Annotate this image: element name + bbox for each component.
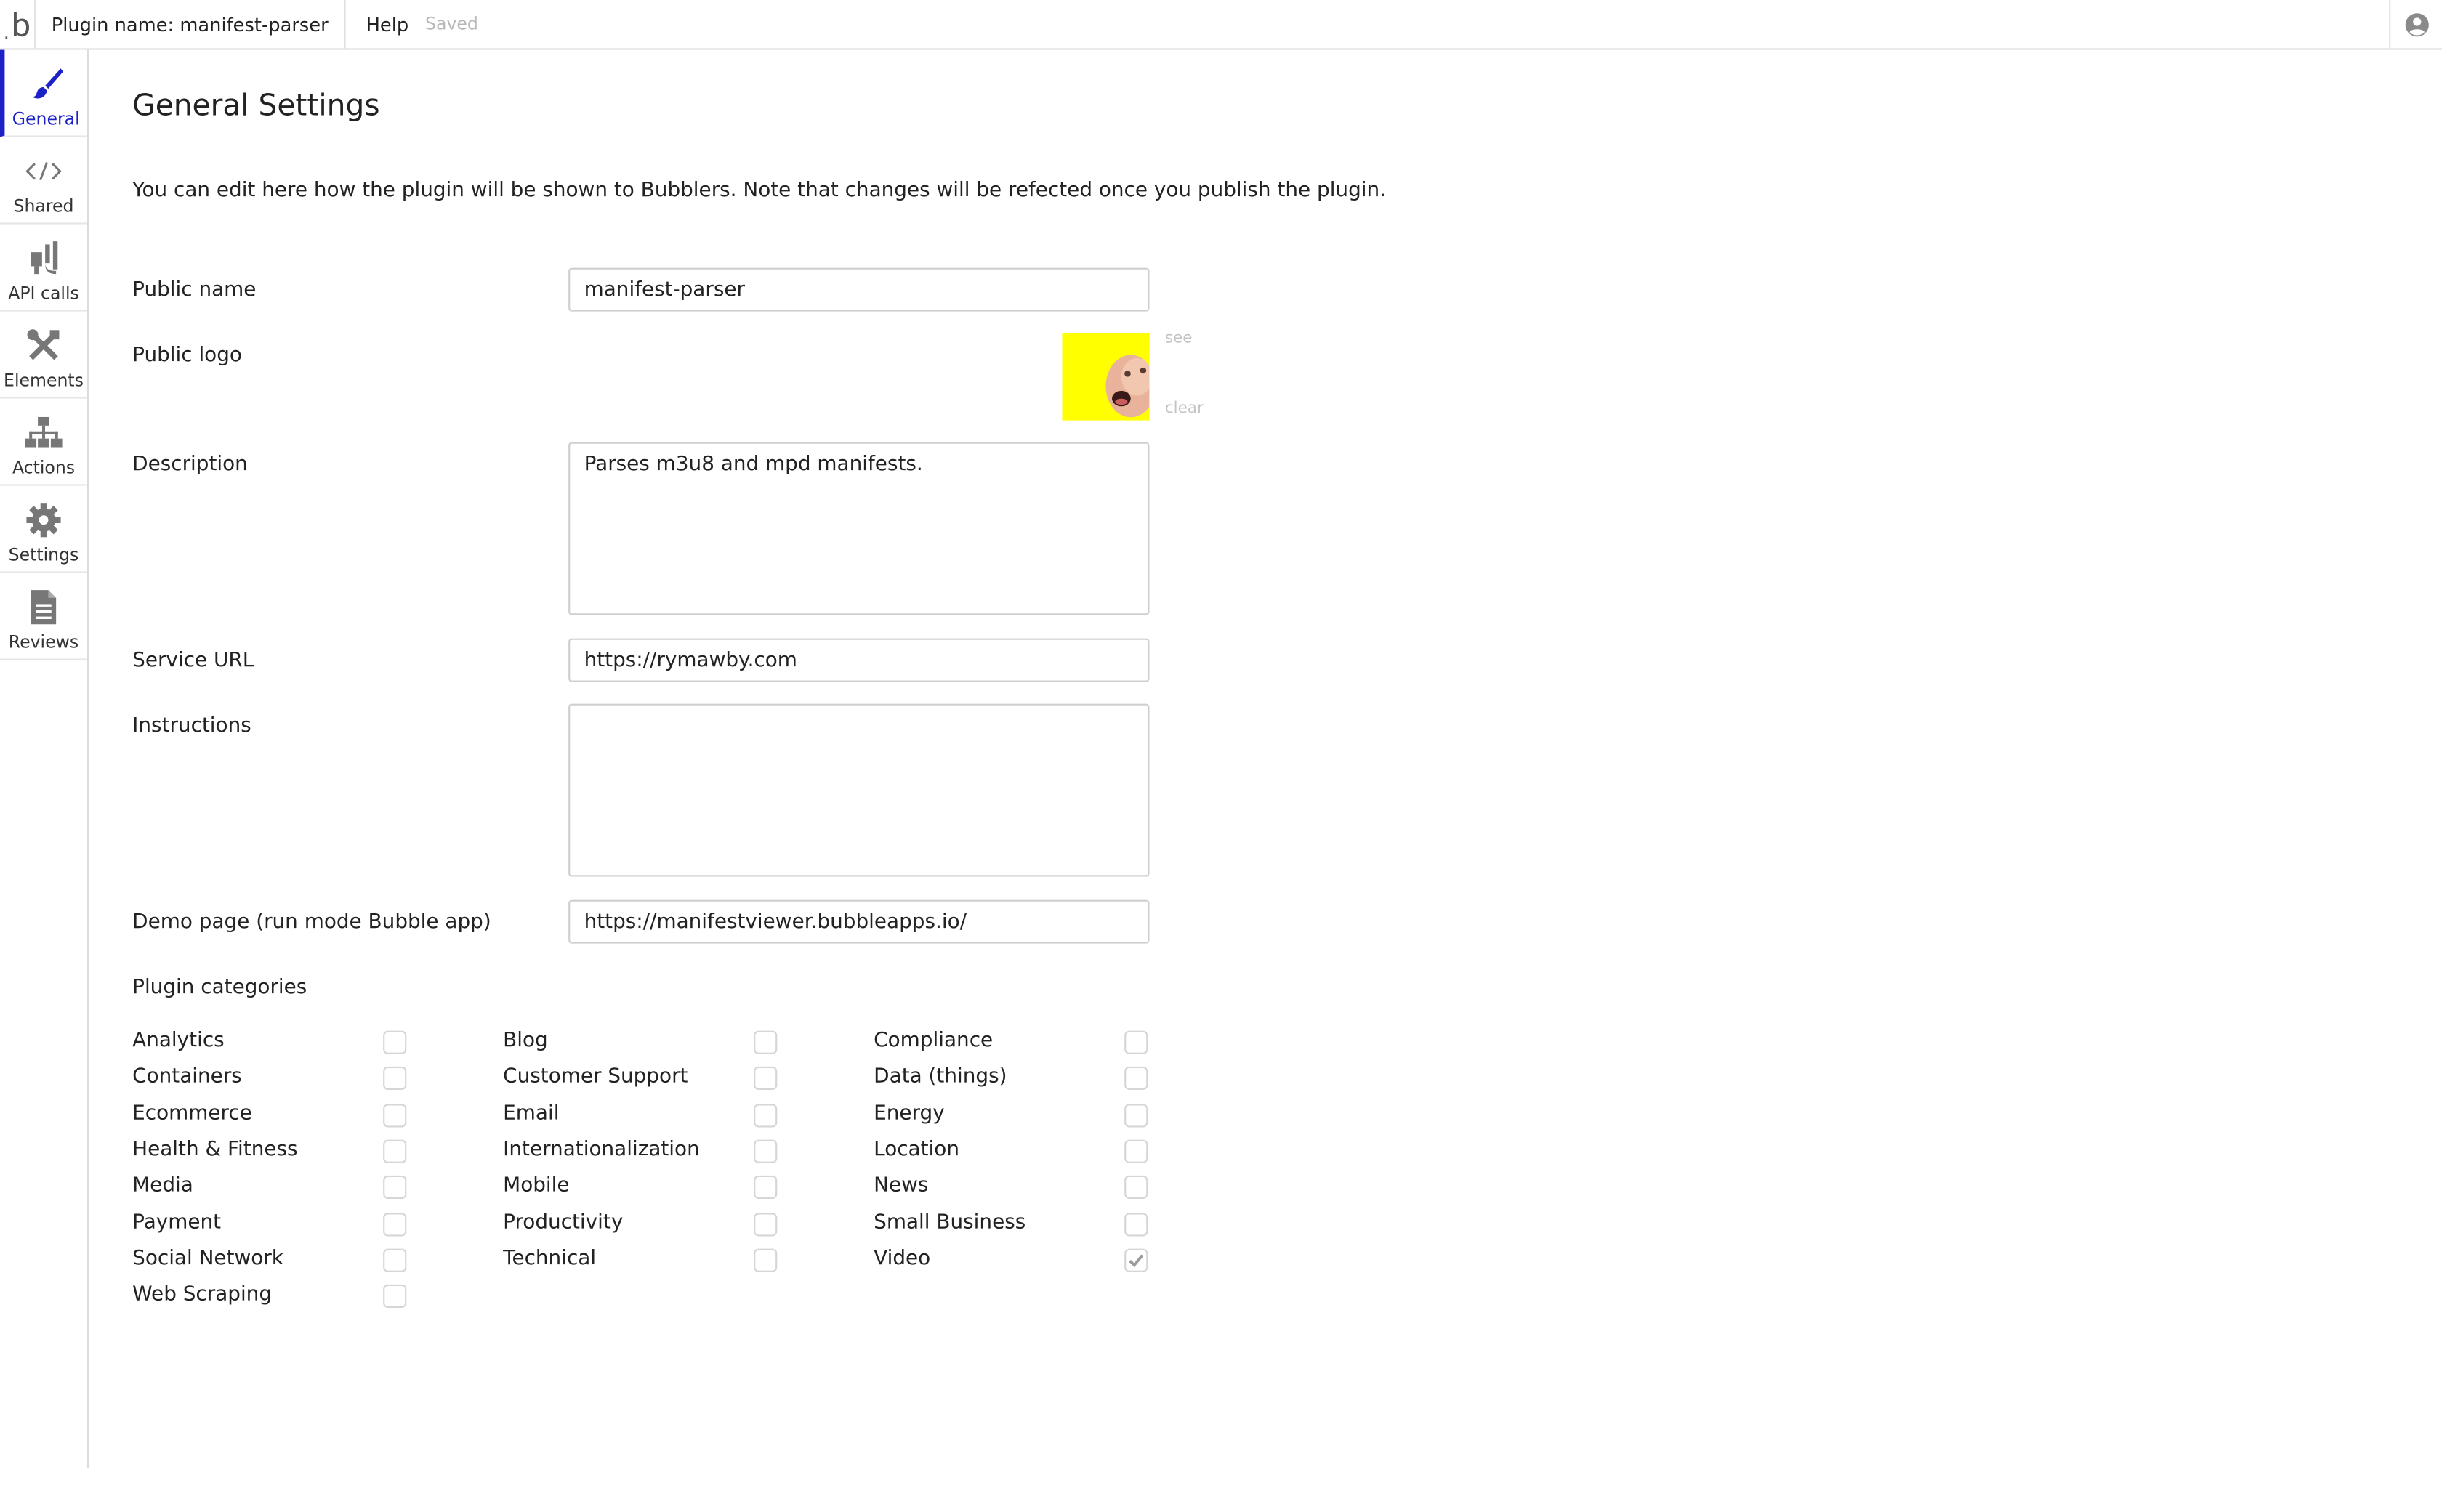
- save-status: Saved: [425, 14, 478, 35]
- category-checkbox-email[interactable]: [754, 1103, 778, 1127]
- category-label-analytics: Analytics: [132, 1029, 225, 1053]
- top-bar: .b Plugin name: manifest-parser Help Sav…: [0, 0, 2442, 50]
- category-checkbox-location[interactable]: [1124, 1139, 1148, 1163]
- public-name-input[interactable]: [568, 267, 1150, 312]
- category-checkbox-analytics[interactable]: [383, 1030, 407, 1054]
- category-checkbox-technical[interactable]: [754, 1248, 778, 1272]
- account-button[interactable]: [2389, 0, 2442, 49]
- instructions-label: Instructions: [132, 714, 251, 738]
- sidebar-item-reviews[interactable]: Reviews: [0, 573, 88, 660]
- brush-icon: [28, 65, 65, 102]
- category-checkbox-energy[interactable]: [1124, 1103, 1148, 1127]
- sitemap-icon: [25, 414, 63, 451]
- category-label-ecommerce: Ecommerce: [132, 1101, 252, 1125]
- category-checkbox-customer-support[interactable]: [754, 1067, 778, 1091]
- sidebar-item-actions[interactable]: Actions: [0, 399, 88, 486]
- sidebar-item-shared[interactable]: Shared: [0, 137, 88, 225]
- plugin-name-label: Plugin name: manifest-parser: [34, 0, 346, 49]
- help-menu[interactable]: Help: [366, 0, 409, 48]
- sidebar-item-label: API calls: [8, 283, 79, 304]
- document-icon: [25, 589, 62, 626]
- category-checkbox-web-scraping[interactable]: [383, 1285, 407, 1309]
- category-label-news: News: [874, 1174, 929, 1198]
- bubble-logo[interactable]: .b: [0, 0, 34, 48]
- sidebar-item-label: Settings: [8, 545, 79, 565]
- category-checkbox-small-business[interactable]: [1124, 1212, 1148, 1236]
- category-label-small-business: Small Business: [874, 1210, 1026, 1234]
- sidebar-item-label: Reviews: [8, 632, 79, 652]
- intro-text: You can edit here how the plugin will be…: [132, 179, 1387, 203]
- tools-icon: [25, 327, 62, 364]
- logo-text: b: [11, 5, 31, 43]
- sidebar-item-label: Elements: [4, 371, 84, 391]
- category-label-containers: Containers: [132, 1065, 242, 1089]
- category-checkbox-payment[interactable]: [383, 1212, 407, 1236]
- category-label-media: Media: [132, 1174, 193, 1198]
- demo-page-input[interactable]: [568, 899, 1150, 944]
- checkmark-icon: [1129, 1253, 1144, 1267]
- category-checkbox-data-things[interactable]: [1124, 1067, 1148, 1091]
- category-checkbox-internationalization[interactable]: [754, 1139, 778, 1163]
- category-label-energy: Energy: [874, 1101, 945, 1125]
- sidebar-item-label: General: [12, 109, 80, 129]
- sidebar-item-label: Shared: [13, 196, 74, 217]
- page-title: General Settings: [132, 89, 380, 124]
- category-label-technical: Technical: [503, 1247, 597, 1271]
- demo-page-label: Demo page (run mode Bubble app): [132, 910, 491, 934]
- category-label-location: Location: [874, 1138, 959, 1162]
- category-label-blog: Blog: [503, 1029, 548, 1053]
- category-checkbox-blog[interactable]: [754, 1030, 778, 1054]
- category-checkbox-containers[interactable]: [383, 1067, 407, 1091]
- category-checkbox-productivity[interactable]: [754, 1212, 778, 1236]
- service-url-input[interactable]: [568, 638, 1150, 682]
- sidebar-item-settings[interactable]: Settings: [0, 486, 88, 573]
- category-label-social-network: Social Network: [132, 1247, 283, 1271]
- instructions-textarea[interactable]: [568, 703, 1150, 877]
- public-logo-label: Public logo: [132, 344, 242, 368]
- category-label-data-things: Data (things): [874, 1065, 1007, 1089]
- category-checkbox-compliance[interactable]: [1124, 1030, 1148, 1054]
- sidebar: General Shared API calls Elements Action…: [0, 49, 89, 1468]
- sidebar-item-general[interactable]: General: [0, 49, 88, 137]
- category-label-health-fitness: Health & Fitness: [132, 1138, 298, 1162]
- gear-icon: [25, 501, 62, 538]
- category-checkbox-ecommerce[interactable]: [383, 1103, 407, 1127]
- category-label-internationalization: Internationalization: [503, 1138, 700, 1162]
- public-logo-image[interactable]: [1062, 333, 1150, 421]
- sidebar-item-api-calls[interactable]: API calls: [0, 225, 88, 312]
- description-label: Description: [132, 453, 248, 477]
- sidebar-item-label: Actions: [12, 458, 76, 478]
- category-label-productivity: Productivity: [503, 1210, 624, 1234]
- category-label-payment: Payment: [132, 1210, 222, 1234]
- category-label-web-scraping: Web Scraping: [132, 1282, 273, 1307]
- code-icon: [25, 153, 62, 190]
- plug-icon: [25, 240, 62, 277]
- plugin-categories-heading: Plugin categories: [132, 976, 307, 1000]
- category-label-email: Email: [503, 1101, 560, 1125]
- see-logo-link[interactable]: see: [1165, 330, 1193, 347]
- sidebar-item-elements[interactable]: Elements: [0, 312, 88, 399]
- category-checkbox-mobile[interactable]: [754, 1176, 778, 1200]
- category-label-customer-support: Customer Support: [503, 1065, 688, 1089]
- category-label-video: Video: [874, 1247, 931, 1271]
- public-name-label: Public name: [132, 278, 257, 302]
- category-label-compliance: Compliance: [874, 1029, 994, 1053]
- category-checkbox-social-network[interactable]: [383, 1248, 407, 1272]
- description-textarea[interactable]: Parses m3u8 and mpd manifests.: [568, 442, 1150, 615]
- category-checkbox-video[interactable]: [1124, 1248, 1148, 1272]
- category-checkbox-news[interactable]: [1124, 1176, 1148, 1200]
- category-label-mobile: Mobile: [503, 1174, 570, 1198]
- clear-logo-link[interactable]: clear: [1165, 400, 1204, 418]
- service-url-label: Service URL: [132, 649, 254, 673]
- category-checkbox-health-fitness[interactable]: [383, 1139, 407, 1163]
- user-icon: [2404, 12, 2428, 36]
- category-checkbox-media[interactable]: [383, 1176, 407, 1200]
